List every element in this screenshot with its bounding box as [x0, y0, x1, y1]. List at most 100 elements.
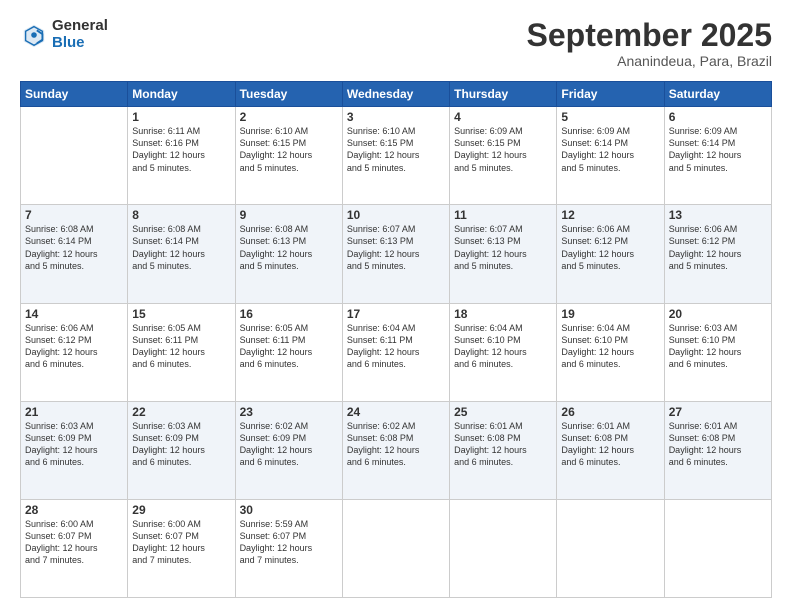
day-number: 11: [454, 208, 552, 222]
calendar-week-3: 21 Sunrise: 6:03 AMSunset: 6:09 PMDayligh…: [21, 401, 772, 499]
logo-text: General Blue: [52, 18, 108, 51]
day-number: 15: [132, 307, 230, 321]
calendar-cell: 24Sunrise: 6:02 AMSunset: 6:08 PMDayligh…: [342, 401, 449, 499]
calendar-cell: 6Sunrise: 6:09 AMSunset: 6:14 PMDaylight…: [664, 107, 771, 205]
calendar-cell: 21Sunrise: 6:03 AMSunset: 6:09 PMDayligh…: [21, 401, 128, 499]
day-info: Sunrise: 6:00 AMSunset: 6:07 PMDaylight:…: [132, 518, 230, 567]
day-info: Sunrise: 6:09 AMSunset: 6:14 PMDaylight:…: [669, 125, 767, 174]
day-number: 18: [454, 307, 552, 321]
day-number: 25: [454, 405, 552, 419]
day-number: 2: [240, 110, 338, 124]
calendar-cell: 30Sunrise: 5:59 AMSunset: 6:07 PMDayligh…: [235, 499, 342, 597]
day-number: 10: [347, 208, 445, 222]
day-info: Sunrise: 6:05 AMSunset: 6:11 PMDaylight:…: [132, 322, 230, 371]
calendar-cell: 2Sunrise: 6:10 AMSunset: 6:15 PMDaylight…: [235, 107, 342, 205]
logo-blue-text: Blue: [52, 35, 108, 52]
day-info: Sunrise: 6:06 AMSunset: 6:12 PMDaylight:…: [669, 223, 767, 272]
calendar-week-0: 1Sunrise: 6:11 AMSunset: 6:16 PMDaylight…: [21, 107, 772, 205]
calendar-cell: 1Sunrise: 6:11 AMSunset: 6:16 PMDaylight…: [128, 107, 235, 205]
day-info: Sunrise: 6:08 AMSunset: 6:13 PMDaylight:…: [240, 223, 338, 272]
day-number: 21: [25, 405, 123, 419]
day-info: Sunrise: 6:05 AMSunset: 6:11 PMDaylight:…: [240, 322, 338, 371]
day-number: 16: [240, 307, 338, 321]
day-info: Sunrise: 6:09 AMSunset: 6:15 PMDaylight:…: [454, 125, 552, 174]
calendar-cell: 3Sunrise: 6:10 AMSunset: 6:15 PMDaylight…: [342, 107, 449, 205]
calendar-cell: 16Sunrise: 6:05 AMSunset: 6:11 PMDayligh…: [235, 303, 342, 401]
calendar-cell: [557, 499, 664, 597]
day-info: Sunrise: 6:01 AMSunset: 6:08 PMDaylight:…: [561, 420, 659, 469]
day-number: 9: [240, 208, 338, 222]
page: General Blue September 2025 Ananindeua, …: [0, 0, 792, 612]
day-info: Sunrise: 6:09 AMSunset: 6:14 PMDaylight:…: [561, 125, 659, 174]
day-number: 22: [132, 405, 230, 419]
logo-general-text: General: [52, 18, 108, 35]
month-title: September 2025: [527, 18, 772, 53]
day-number: 12: [561, 208, 659, 222]
calendar-cell: 15Sunrise: 6:05 AMSunset: 6:11 PMDayligh…: [128, 303, 235, 401]
day-number: 30: [240, 503, 338, 517]
calendar-cell: 11Sunrise: 6:07 AMSunset: 6:13 PMDayligh…: [450, 205, 557, 303]
day-number: 7: [25, 208, 123, 222]
day-info: Sunrise: 6:01 AMSunset: 6:08 PMDaylight:…: [454, 420, 552, 469]
calendar-cell: 4Sunrise: 6:09 AMSunset: 6:15 PMDaylight…: [450, 107, 557, 205]
day-info: Sunrise: 6:04 AMSunset: 6:11 PMDaylight:…: [347, 322, 445, 371]
calendar-cell: 22Sunrise: 6:03 AMSunset: 6:09 PMDayligh…: [128, 401, 235, 499]
day-number: 3: [347, 110, 445, 124]
calendar-cell: 10Sunrise: 6:07 AMSunset: 6:13 PMDayligh…: [342, 205, 449, 303]
day-number: 14: [25, 307, 123, 321]
calendar-cell: 8Sunrise: 6:08 AMSunset: 6:14 PMDaylight…: [128, 205, 235, 303]
calendar-cell: 14Sunrise: 6:06 AMSunset: 6:12 PMDayligh…: [21, 303, 128, 401]
day-info: Sunrise: 5:59 AMSunset: 6:07 PMDaylight:…: [240, 518, 338, 567]
day-info: Sunrise: 6:07 AMSunset: 6:13 PMDaylight:…: [347, 223, 445, 272]
calendar-cell: [342, 499, 449, 597]
calendar-cell: 25Sunrise: 6:01 AMSunset: 6:08 PMDayligh…: [450, 401, 557, 499]
logo: General Blue: [20, 18, 108, 51]
calendar-cell: 13Sunrise: 6:06 AMSunset: 6:12 PMDayligh…: [664, 205, 771, 303]
header-friday: Friday: [557, 82, 664, 107]
calendar-cell: 7Sunrise: 6:08 AMSunset: 6:14 PMDaylight…: [21, 205, 128, 303]
day-info: Sunrise: 6:01 AMSunset: 6:08 PMDaylight:…: [669, 420, 767, 469]
day-number: 23: [240, 405, 338, 419]
header: General Blue September 2025 Ananindeua, …: [20, 18, 772, 69]
day-number: 5: [561, 110, 659, 124]
day-number: 24: [347, 405, 445, 419]
calendar-cell: [664, 499, 771, 597]
calendar-cell: 5Sunrise: 6:09 AMSunset: 6:14 PMDaylight…: [557, 107, 664, 205]
header-thursday: Thursday: [450, 82, 557, 107]
day-info: Sunrise: 6:04 AMSunset: 6:10 PMDaylight:…: [561, 322, 659, 371]
day-info: Sunrise: 6:04 AMSunset: 6:10 PMDaylight:…: [454, 322, 552, 371]
calendar-table: Sunday Monday Tuesday Wednesday Thursday…: [20, 81, 772, 598]
calendar-week-2: 14Sunrise: 6:06 AMSunset: 6:12 PMDayligh…: [21, 303, 772, 401]
header-wednesday: Wednesday: [342, 82, 449, 107]
day-info: Sunrise: 6:06 AMSunset: 6:12 PMDaylight:…: [25, 322, 123, 371]
location-subtitle: Ananindeua, Para, Brazil: [527, 53, 772, 69]
day-number: 29: [132, 503, 230, 517]
day-info: Sunrise: 6:02 AMSunset: 6:09 PMDaylight:…: [240, 420, 338, 469]
day-info: Sunrise: 6:10 AMSunset: 6:15 PMDaylight:…: [347, 125, 445, 174]
calendar-cell: 9Sunrise: 6:08 AMSunset: 6:13 PMDaylight…: [235, 205, 342, 303]
day-number: 8: [132, 208, 230, 222]
calendar-cell: 29Sunrise: 6:00 AMSunset: 6:07 PMDayligh…: [128, 499, 235, 597]
calendar-week-4: 28Sunrise: 6:00 AMSunset: 6:07 PMDayligh…: [21, 499, 772, 597]
calendar-cell: 12Sunrise: 6:06 AMSunset: 6:12 PMDayligh…: [557, 205, 664, 303]
calendar-cell: 26Sunrise: 6:01 AMSunset: 6:08 PMDayligh…: [557, 401, 664, 499]
day-number: 26: [561, 405, 659, 419]
day-number: 1: [132, 110, 230, 124]
calendar-cell: 27Sunrise: 6:01 AMSunset: 6:08 PMDayligh…: [664, 401, 771, 499]
calendar-cell: 20Sunrise: 6:03 AMSunset: 6:10 PMDayligh…: [664, 303, 771, 401]
day-info: Sunrise: 6:07 AMSunset: 6:13 PMDaylight:…: [454, 223, 552, 272]
calendar-cell: [21, 107, 128, 205]
title-block: September 2025 Ananindeua, Para, Brazil: [527, 18, 772, 69]
logo-icon: [20, 21, 48, 49]
header-monday: Monday: [128, 82, 235, 107]
day-info: Sunrise: 6:10 AMSunset: 6:15 PMDaylight:…: [240, 125, 338, 174]
day-info: Sunrise: 6:08 AMSunset: 6:14 PMDaylight:…: [132, 223, 230, 272]
day-number: 17: [347, 307, 445, 321]
day-info: Sunrise: 6:03 AMSunset: 6:09 PMDaylight:…: [132, 420, 230, 469]
day-info: Sunrise: 6:03 AMSunset: 6:10 PMDaylight:…: [669, 322, 767, 371]
calendar-cell: [450, 499, 557, 597]
day-number: 20: [669, 307, 767, 321]
calendar-cell: 17Sunrise: 6:04 AMSunset: 6:11 PMDayligh…: [342, 303, 449, 401]
day-info: Sunrise: 6:08 AMSunset: 6:14 PMDaylight:…: [25, 223, 123, 272]
day-info: Sunrise: 6:00 AMSunset: 6:07 PMDaylight:…: [25, 518, 123, 567]
